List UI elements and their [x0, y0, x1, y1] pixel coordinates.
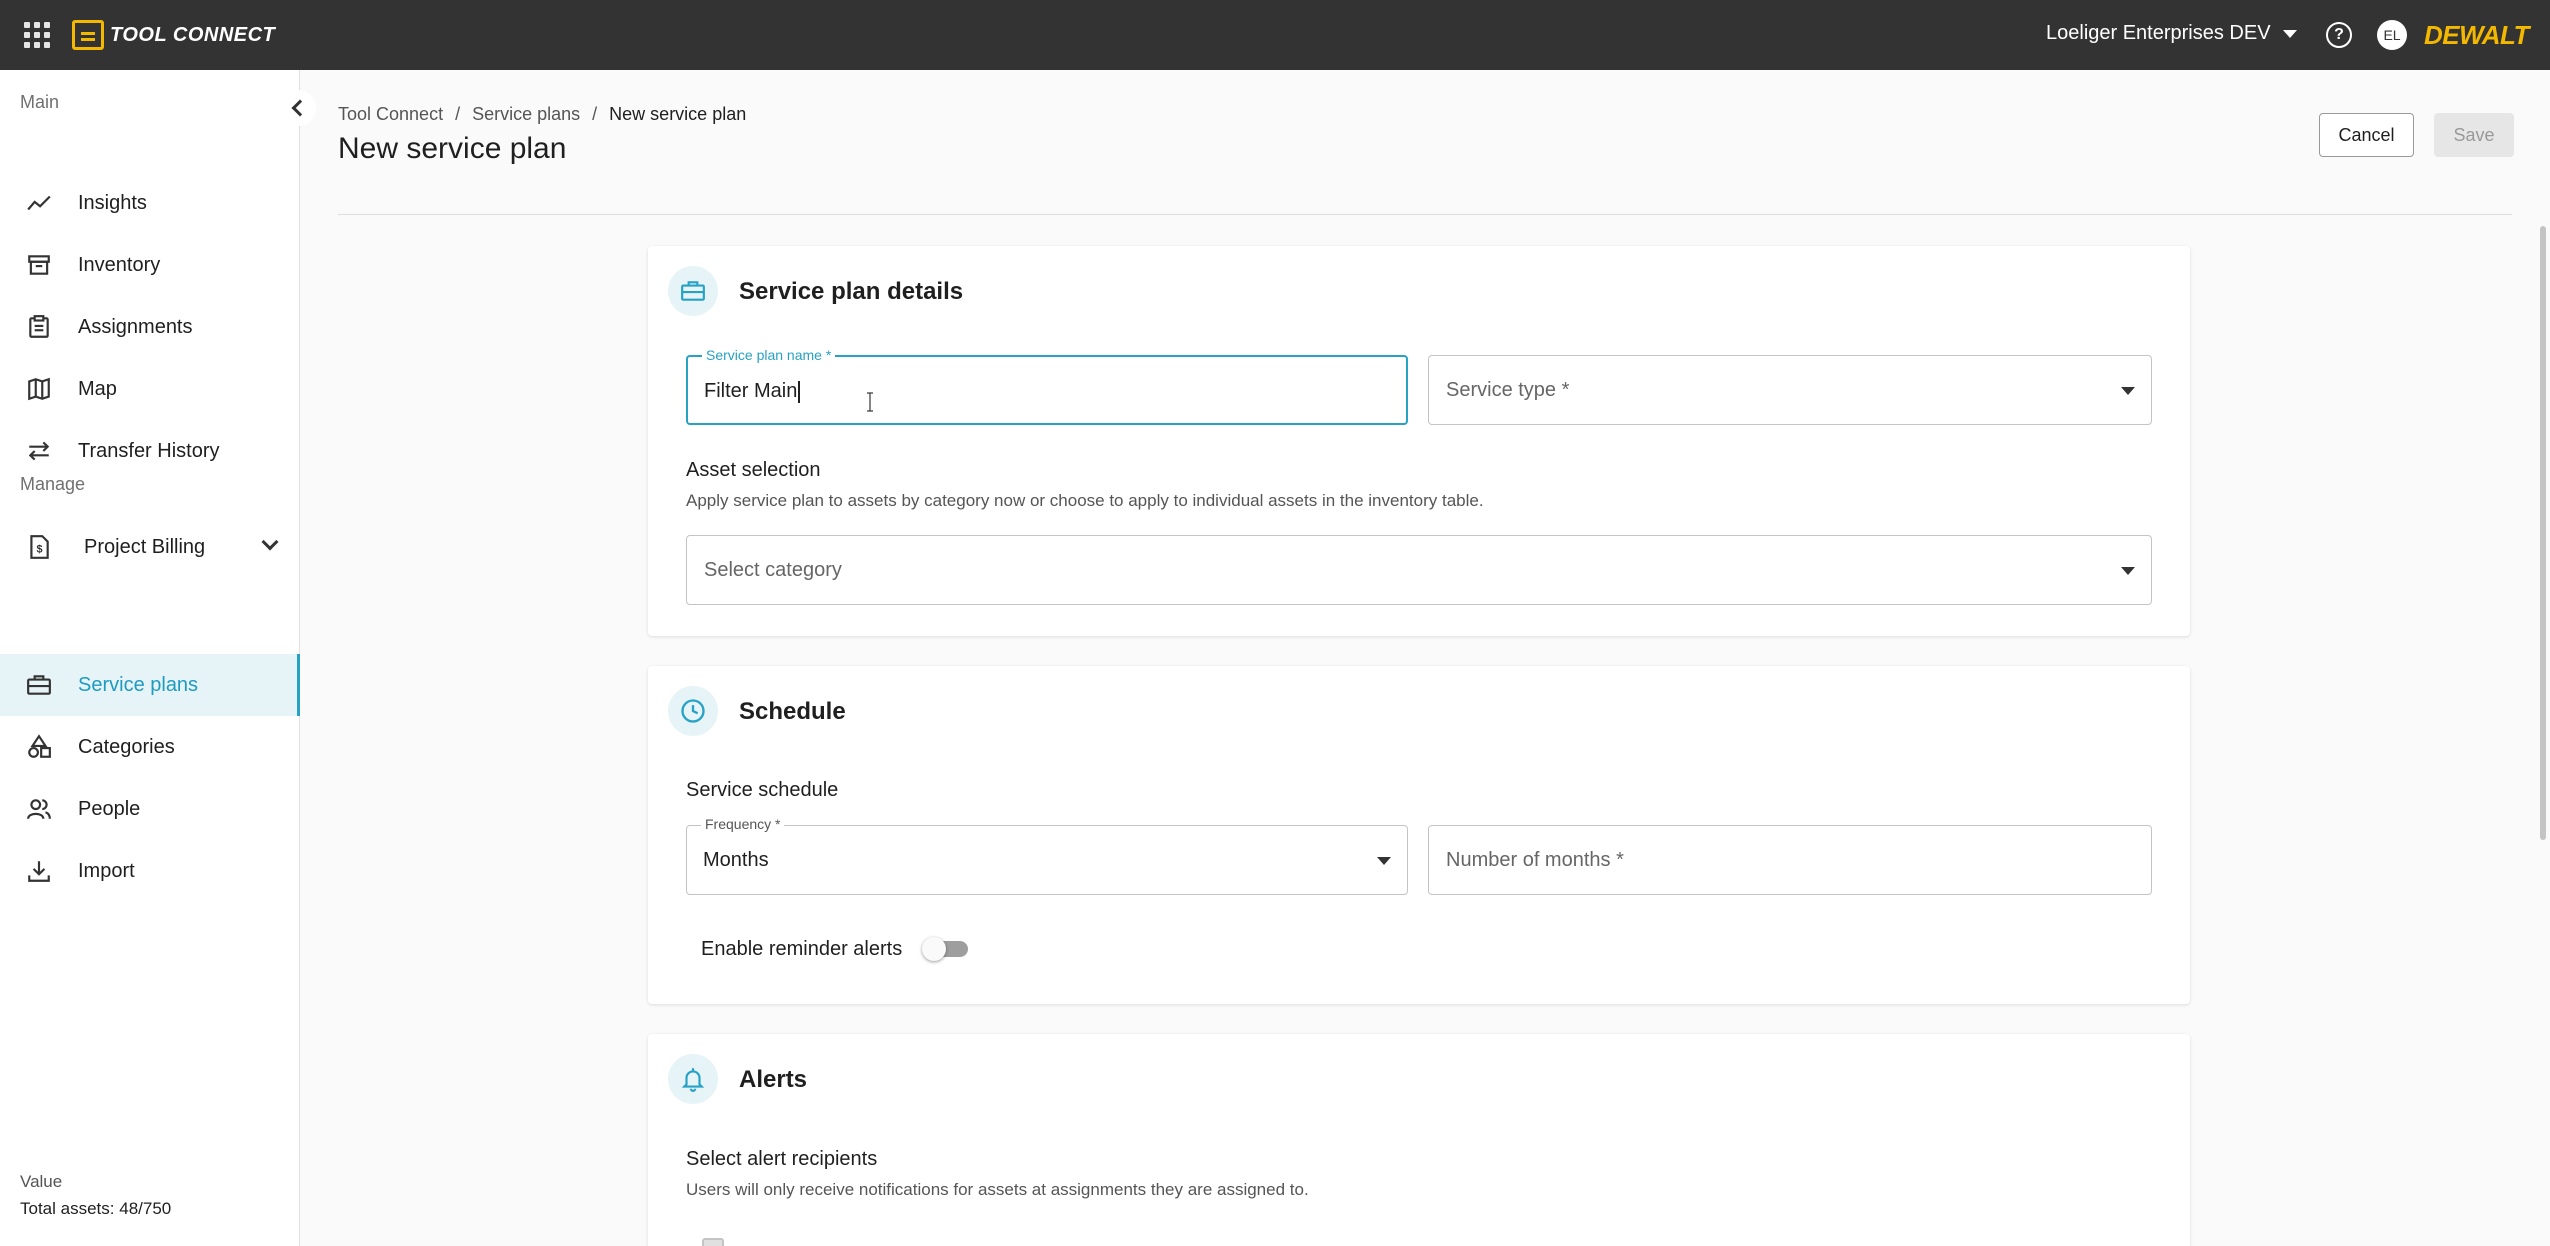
reminder-alerts-label: Enable reminder alerts — [701, 938, 903, 960]
reminder-alerts-toggle[interactable] — [922, 937, 972, 961]
sidebar-item-label: Transfer History — [78, 439, 220, 462]
number-of-months-field[interactable]: Number of months * — [1428, 825, 2152, 895]
dewalt-logo: DEWALT — [2424, 20, 2529, 50]
user-avatar[interactable]: EL — [2377, 20, 2407, 50]
card-title: Schedule — [739, 698, 846, 725]
trend-line-icon — [27, 195, 51, 211]
text-cursor-icon — [867, 392, 873, 412]
dropdown-arrow-icon — [2121, 387, 2135, 395]
alert-recipients-heading: Select alert recipients — [686, 1148, 878, 1170]
dropdown-arrow-icon — [1377, 857, 1391, 865]
toolbox-icon — [668, 266, 718, 316]
page-title: New service plan — [338, 132, 567, 165]
sidebar-item-label: Project Billing — [84, 535, 206, 558]
breadcrumb-current: New service plan — [609, 104, 747, 124]
organization-name: Loeliger Enterprises DEV — [2046, 22, 2271, 44]
header-divider — [338, 214, 2512, 215]
breadcrumb: Tool Connect / Service plans / New servi… — [338, 104, 746, 125]
sidebar-heading-main: Main — [20, 92, 60, 112]
tool-connect-logo[interactable]: TOOL CONNECT — [72, 20, 275, 50]
dropdown-arrow-icon — [2121, 567, 2135, 575]
billing-document-icon: $ — [30, 535, 49, 559]
sidebar-item-people[interactable]: People — [0, 778, 300, 840]
clock-icon — [668, 686, 718, 736]
sidebar-item-import[interactable]: Import — [0, 840, 300, 902]
toolbox-icon — [27, 675, 51, 695]
sidebar-item-inventory[interactable]: Inventory — [0, 234, 300, 296]
breadcrumb-separator: / — [455, 104, 461, 124]
sidebar-item-label: Categories — [78, 735, 175, 758]
sidebar-item-insights[interactable]: Insights — [0, 172, 300, 234]
chevron-down-icon[interactable] — [261, 533, 279, 551]
collapse-sidebar-button[interactable] — [280, 90, 316, 126]
sidebar: Main Insights Inventory Assignments Map … — [0, 70, 316, 1246]
save-button[interactable]: Save — [2434, 113, 2514, 157]
top-app-bar: TOOL CONNECT Loeliger Enterprises DEV ? … — [0, 0, 2550, 70]
sidebar-item-label: Import — [78, 859, 135, 882]
svg-text:$: $ — [37, 543, 43, 555]
sidebar-item-service-plans[interactable]: Service plans — [0, 654, 300, 716]
category-select[interactable]: Select category — [686, 535, 2152, 605]
alert-recipients-help: Users will only receive notifications fo… — [686, 1180, 1309, 1199]
organization-selector[interactable]: Loeliger Enterprises DEV — [2046, 22, 2297, 45]
tool-connect-logo-icon — [72, 20, 104, 50]
app-name: TOOL CONNECT — [110, 23, 276, 46]
sidebar-item-label: Inventory — [78, 253, 161, 276]
people-icon — [27, 799, 51, 820]
cancel-button[interactable]: Cancel — [2319, 113, 2414, 157]
sidebar-item-label: Assignments — [78, 315, 193, 338]
toggle-thumb — [922, 937, 946, 961]
sidebar-item-label: People — [78, 797, 141, 820]
card-title: Service plan details — [739, 278, 964, 305]
alerts-card: Alerts — [648, 1034, 2190, 1246]
download-icon — [28, 861, 50, 882]
sidebar-item-label: Insights — [78, 191, 147, 214]
frequency-select[interactable]: Frequency * Months — [686, 816, 1408, 895]
shapes-icon — [28, 734, 51, 758]
clipboard-list-icon — [29, 315, 49, 338]
sidebar-item-label: Map — [78, 377, 117, 400]
bell-icon — [668, 1054, 718, 1104]
number-of-months-placeholder: Number of months * — [1446, 849, 1624, 871]
total-assets-value: 48/750 — [119, 1199, 172, 1218]
frequency-value: Months — [703, 849, 769, 871]
category-placeholder: Select category — [704, 559, 842, 581]
sidebar-item-project-billing[interactable]: $ Project Billing — [0, 516, 300, 578]
recipient-checkbox[interactable] — [702, 1238, 724, 1246]
sidebar-item-transfer-history[interactable]: Transfer History — [0, 420, 300, 482]
help-icon[interactable]: ? — [2326, 22, 2352, 48]
sidebar-heading-manage: Manage — [20, 474, 86, 494]
breadcrumb-service-plans[interactable]: Service plans — [472, 104, 580, 125]
breadcrumb-tool-connect[interactable]: Tool Connect — [338, 104, 443, 125]
arrows-exchange-icon — [28, 441, 50, 461]
asset-selection-heading: Asset selection — [686, 459, 821, 481]
service-type-placeholder: Service type * — [1446, 379, 1570, 401]
service-plan-name-value: Filter Main — [704, 380, 800, 403]
archive-box-icon — [28, 255, 50, 275]
chevron-left-icon — [291, 99, 309, 117]
sidebar-footer: Value Total assets: 48/750 — [20, 1168, 171, 1222]
sidebar-item-map[interactable]: Map — [0, 358, 300, 420]
total-assets-label: Total assets: — [20, 1199, 115, 1218]
scrollbar[interactable] — [2540, 226, 2546, 840]
service-type-select[interactable]: Service type * — [1428, 355, 2152, 425]
breadcrumb-separator: / — [592, 104, 598, 124]
caret-down-icon — [2282, 29, 2297, 38]
service-plan-name-field[interactable]: Service plan name * Filter Main — [686, 347, 1408, 425]
service-schedule-heading: Service schedule — [686, 779, 839, 801]
apps-grid-icon[interactable] — [24, 22, 50, 48]
map-icon — [28, 377, 50, 401]
asset-selection-help: Apply service plan to assets by category… — [686, 491, 1484, 510]
service-plan-name-label: Service plan name * — [702, 347, 836, 363]
sidebar-item-label: Service plans — [78, 673, 199, 696]
card-title: Alerts — [739, 1066, 808, 1093]
sidebar-item-assignments[interactable]: Assignments — [0, 296, 300, 358]
sidebar-item-categories[interactable]: Categories — [0, 716, 300, 778]
value-heading: Value — [20, 1172, 63, 1191]
total-assets: Total assets: 48/750 — [20, 1195, 171, 1222]
frequency-label: Frequency * — [701, 816, 785, 832]
